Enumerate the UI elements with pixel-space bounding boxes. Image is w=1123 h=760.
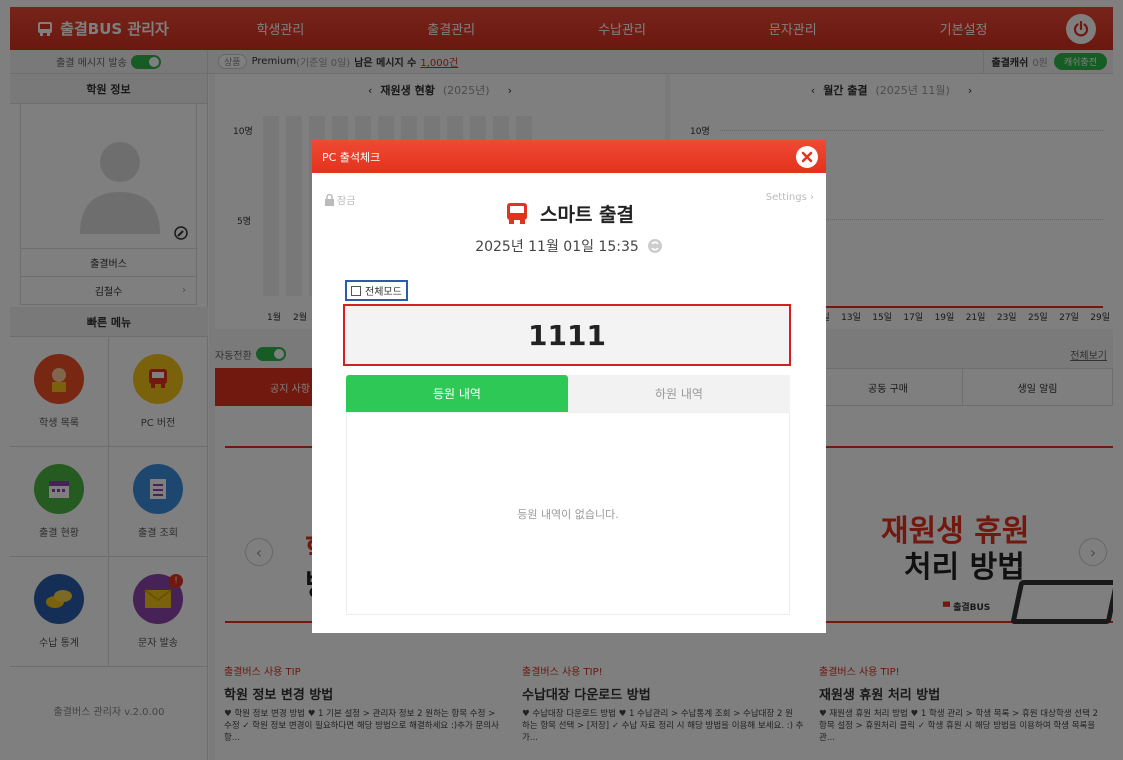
modal-datetime: 2025년 11월 01일 15:35 (312, 236, 826, 256)
close-icon (801, 151, 813, 163)
modal-heading-text: 스마트 출결 (539, 204, 634, 226)
tab-checkin[interactable]: 등원 내역 (346, 375, 568, 412)
tab-checkout[interactable]: 하원 내역 (568, 375, 790, 412)
checkbox-box[interactable] (351, 285, 361, 296)
modal-close-button[interactable] (796, 146, 818, 168)
code-input[interactable]: 1111 (343, 304, 791, 366)
full-mode-label: 전체모드 (365, 287, 402, 298)
modal-title: PC 출석체크 (322, 150, 381, 164)
record-list: 등원 내역이 없습니다. (346, 412, 790, 615)
empty-message: 등원 내역이 없습니다. (517, 507, 619, 521)
modal-heading: 스마트 출결 (312, 200, 826, 227)
refresh-icon[interactable] (647, 238, 663, 254)
bus-icon (506, 202, 527, 224)
full-mode-checkbox[interactable]: 전체모드 (345, 280, 408, 301)
datetime-text: 2025년 11월 01일 15:35 (475, 239, 639, 255)
modal-header: PC 출석체크 (312, 140, 826, 173)
record-tabs: 등원 내역 하원 내역 (346, 375, 790, 412)
attendance-modal: PC 출석체크 잠금 Settings › 스마트 출결 2025년 11월 0… (312, 140, 826, 633)
